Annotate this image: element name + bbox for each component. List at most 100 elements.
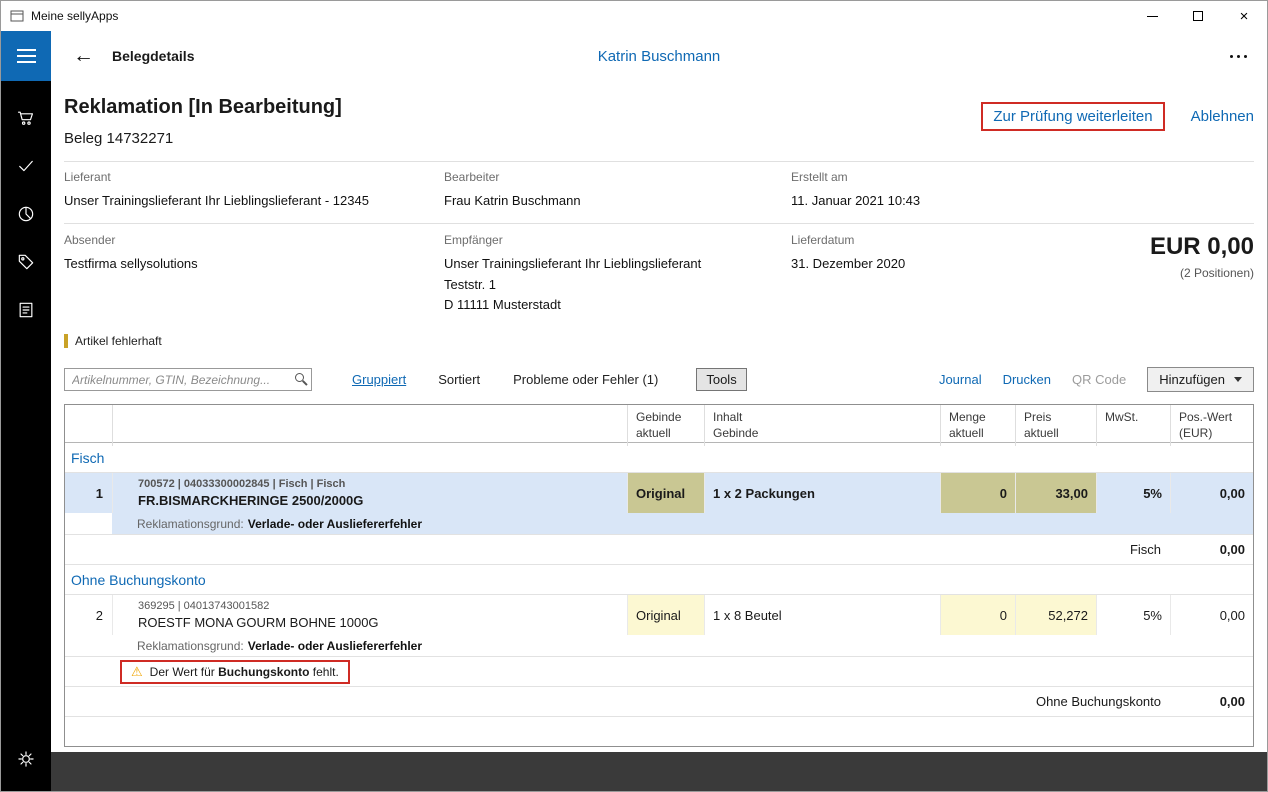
preis-cell[interactable]: 33,00 <box>1015 473 1096 513</box>
recipient-value: Unser Trainingslieferant Ihr Lieblingsli… <box>444 254 791 316</box>
tools-button[interactable]: Tools <box>696 368 746 391</box>
sidebar-item-tasks[interactable] <box>1 142 51 190</box>
search-input[interactable] <box>64 368 312 391</box>
poswert-cell: 0,00 <box>1170 473 1253 513</box>
add-button[interactable]: Hinzufügen <box>1147 367 1254 392</box>
hamburger-icon <box>17 49 36 51</box>
complaint-reason-row-1: Reklamationsgrund: Verlade- oder Auslief… <box>65 513 1253 535</box>
article-search <box>64 368 312 391</box>
delivery-date-value: 31. Dezember 2020 <box>791 254 1091 275</box>
delivery-date-label: Lieferdatum <box>791 233 1091 247</box>
col-header-article <box>112 405 627 445</box>
article-cell: 700572 | 04033300002845 | Fisch | Fisch … <box>112 473 627 513</box>
table-header-row: Gebinde aktuell Inhalt Gebinde Menge akt… <box>65 405 1253 443</box>
group-footer-label: Ohne Buchungskonto <box>65 687 1170 716</box>
document-number: Beleg 14732271 <box>64 130 342 147</box>
row-number: 2 <box>65 595 112 635</box>
status-tag-label: Artikel fehlerhaft <box>75 334 162 348</box>
article-meta: 369295 | 04013743001582 <box>138 600 619 612</box>
menge-cell[interactable]: 0 <box>940 595 1015 635</box>
group-footer-fisch: Fisch 0,00 <box>65 535 1253 565</box>
article-cell: 369295 | 04013743001582 ROESTF MONA GOUR… <box>112 595 627 635</box>
price-tag-icon <box>16 252 36 272</box>
gebinde-cell[interactable]: Original <box>627 473 704 513</box>
back-button[interactable]: ← <box>73 44 94 68</box>
sender-value: Testfirma sellysolutions <box>64 254 444 275</box>
reason-value: Verlade- oder Ausliefererfehler <box>248 517 422 531</box>
inhalt-cell: 1 x 8 Beutel <box>704 595 940 635</box>
table-row-1[interactable]: 1 700572 | 04033300002845 | Fisch | Fisc… <box>65 473 1253 513</box>
journal-button[interactable]: Journal <box>939 372 982 387</box>
article-name: FR.BISMARCKHERINGE 2500/2000G <box>138 493 619 508</box>
position-count: (2 Positionen) <box>1091 266 1254 280</box>
sender-label: Absender <box>64 233 444 247</box>
group-footer-label: Fisch <box>65 535 1170 564</box>
group-footer-value: 0,00 <box>1170 687 1253 716</box>
maximize-icon <box>1193 11 1203 21</box>
col-header-poswert: Pos.-Wert (EUR) <box>1170 405 1253 445</box>
window-controls: × <box>1129 1 1267 31</box>
sidebar-item-statistics[interactable] <box>1 190 51 238</box>
col-header-preis: Preis aktuell <box>1015 405 1096 445</box>
sidebar-item-cart[interactable] <box>1 94 51 142</box>
table-row-2[interactable]: 2 369295 | 04013743001582 ROESTF MONA GO… <box>65 595 1253 635</box>
document-total: EUR 0,00 <box>1091 233 1254 261</box>
warning-text: Der Wert für Buchungskonto fehlt. <box>150 665 339 679</box>
minimize-button[interactable] <box>1129 1 1175 31</box>
editor-label: Bearbeiter <box>444 170 791 184</box>
more-button[interactable] <box>1228 49 1249 64</box>
forward-for-review-button[interactable]: Zur Prüfung weiterleiten <box>981 102 1164 131</box>
reject-button[interactable]: Ablehnen <box>1191 102 1254 131</box>
qr-code-button: QR Code <box>1072 372 1126 387</box>
preis-cell[interactable]: 52,272 <box>1015 595 1096 635</box>
sidebar-item-documents[interactable] <box>1 286 51 334</box>
col-header-gebinde: Gebinde aktuell <box>627 405 704 445</box>
gebinde-cell[interactable]: Original <box>627 595 704 635</box>
complaint-reason-row-2: Reklamationsgrund: Verlade- oder Auslief… <box>65 635 1253 657</box>
col-header-menge: Menge aktuell <box>940 405 1015 445</box>
sidebar-item-settings[interactable] <box>1 735 51 783</box>
group-footer-ohne-buchungskonto: Ohne Buchungskonto 0,00 <box>65 687 1253 717</box>
document-detail: Reklamation [In Bearbeitung] Beleg 14732… <box>51 81 1267 752</box>
poswert-cell: 0,00 <box>1170 595 1253 635</box>
menge-cell[interactable]: 0 <box>940 473 1015 513</box>
bottom-app-bar <box>51 752 1267 791</box>
validation-warning-row: ⚠ Der Wert für Buchungskonto fehlt. <box>65 657 1253 687</box>
sidebar-item-prices[interactable] <box>1 238 51 286</box>
created-label: Erstellt am <box>791 170 1091 184</box>
reason-label: Reklamationsgrund: <box>137 517 244 531</box>
chevron-down-icon <box>1234 377 1242 382</box>
filter-problems[interactable]: Probleme oder Fehler (1) <box>513 372 658 387</box>
positions-table: Gebinde aktuell Inhalt Gebinde Menge akt… <box>64 404 1254 747</box>
menu-button[interactable] <box>1 31 51 81</box>
user-name[interactable]: Katrin Buschmann <box>598 48 721 65</box>
warning-triangle-icon: ⚠ <box>131 665 143 678</box>
supplier-label: Lieferant <box>64 170 444 184</box>
info-row-2: Absender Testfirma sellysolutions Empfän… <box>64 224 1254 324</box>
group-header-ohne-buchungskonto[interactable]: Ohne Buchungskonto <box>65 565 1253 595</box>
table-empty-space <box>65 717 1253 746</box>
main-panel: ← Belegdetails Katrin Buschmann Reklamat… <box>51 31 1267 791</box>
reason-value: Verlade- oder Ausliefererfehler <box>248 639 422 653</box>
group-header-fisch[interactable]: Fisch <box>65 443 1253 473</box>
print-button[interactable]: Drucken <box>1003 372 1051 387</box>
article-meta: 700572 | 04033300002845 | Fisch | Fisch <box>138 478 619 490</box>
gear-icon <box>16 749 36 769</box>
filter-sorted[interactable]: Sortiert <box>438 372 480 387</box>
article-toolbar: Gruppiert Sortiert Probleme oder Fehler … <box>64 367 1254 392</box>
add-button-label: Hinzufügen <box>1159 372 1225 387</box>
maximize-button[interactable] <box>1175 1 1221 31</box>
filter-grouped[interactable]: Gruppiert <box>352 372 406 387</box>
supplier-value: Unser Trainingslieferant Ihr Lieblingsli… <box>64 191 444 212</box>
recipient-label: Empfänger <box>444 233 791 247</box>
app-window: Meine sellyApps × <box>0 0 1268 792</box>
close-button[interactable]: × <box>1221 1 1267 31</box>
mwst-cell: 5% <box>1096 473 1170 513</box>
search-icon <box>295 373 304 382</box>
app-icon <box>10 9 24 23</box>
info-row-1: Lieferant Unser Trainingslieferant Ihr L… <box>64 161 1254 224</box>
status-tag-marker <box>64 334 68 348</box>
sidebar <box>1 31 51 791</box>
created-value: 11. Januar 2021 10:43 <box>791 191 1091 212</box>
col-header-mwst: MwSt. <box>1096 405 1170 445</box>
